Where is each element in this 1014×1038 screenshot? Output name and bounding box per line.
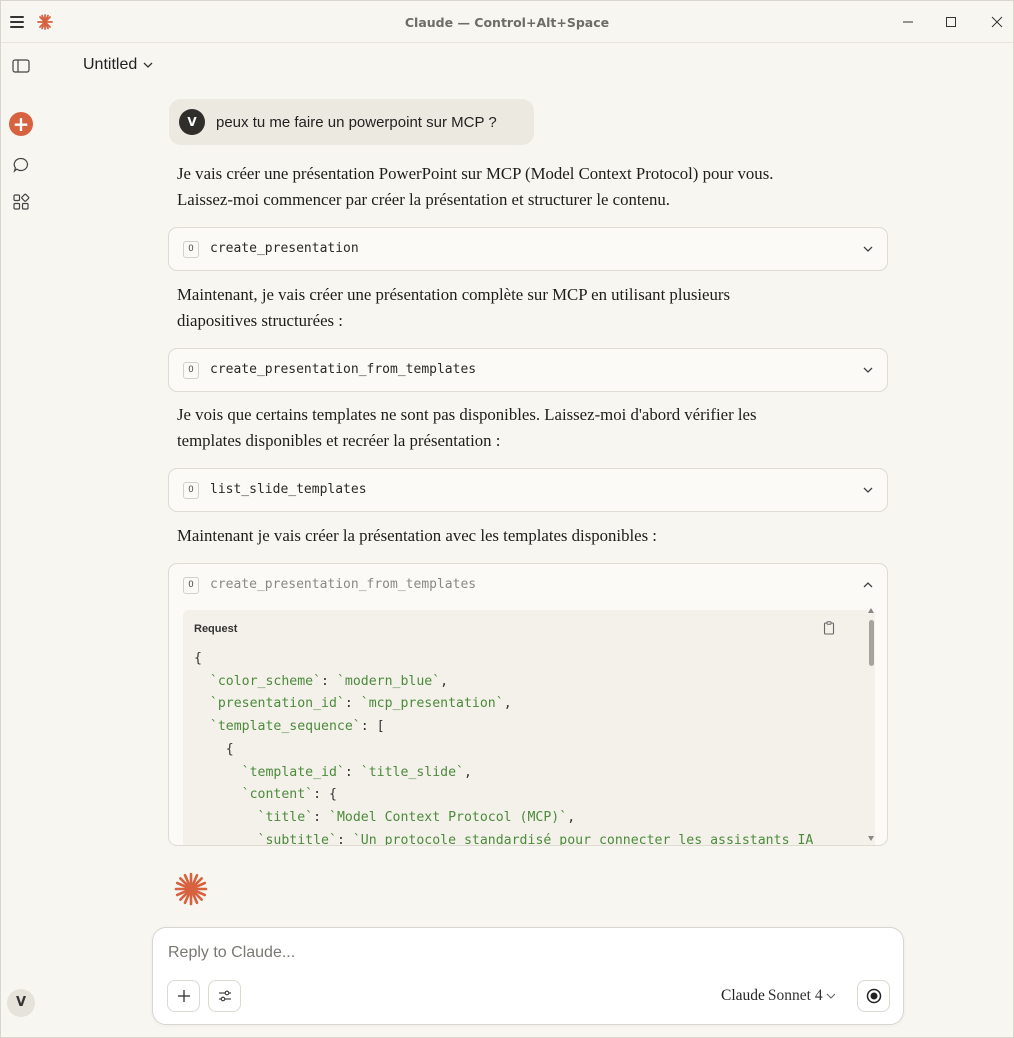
- user-avatar[interactable]: V: [7, 989, 35, 1017]
- user-message: V peux tu me faire un powerpoint sur MCP…: [169, 99, 534, 145]
- code-line: {: [194, 651, 202, 666]
- record-icon: [866, 988, 881, 1004]
- minimize-icon: [903, 21, 913, 23]
- conversation-title: Untitled: [83, 56, 138, 73]
- chevron-down-icon: [863, 367, 873, 373]
- grid-shapes-icon: [13, 193, 30, 210]
- tools-settings-button[interactable]: [208, 980, 241, 1012]
- request-code-panel: Request { `color_scheme`: `modern_blue`,…: [183, 610, 875, 846]
- scrollbar-thumb[interactable]: [869, 620, 874, 666]
- tool-call-create-presentation-from-templates[interactable]: O create_presentation_from_templates: [168, 348, 888, 392]
- paragraph-line: diapositives structurées :: [177, 311, 343, 330]
- sidebar-panel-icon: [12, 59, 30, 73]
- tool-icon: O: [183, 362, 199, 379]
- toggle-sidebar-button[interactable]: [9, 54, 33, 78]
- code-string: `modern_blue`: [336, 673, 441, 689]
- tool-name: create_presentation: [210, 241, 359, 256]
- request-label: Request: [194, 623, 238, 635]
- paragraph-line: Je vois que certains templates ne sont p…: [177, 405, 757, 424]
- tool-icon: O: [183, 241, 199, 258]
- model-version: Sonnet 4: [767, 987, 823, 1004]
- voice-mode-button[interactable]: [857, 980, 890, 1012]
- code-key: `presentation_id`: [209, 696, 345, 712]
- projects-button[interactable]: [9, 190, 33, 214]
- chevron-down-icon: [863, 487, 873, 493]
- code-string: `mcp_presentation`: [360, 696, 504, 712]
- maximize-button[interactable]: [938, 9, 964, 35]
- model-selector[interactable]: Claude Sonnet 4: [721, 987, 836, 1005]
- tool-call-expanded: O create_presentation_from_templates Req…: [168, 563, 888, 846]
- user-message-text: peux tu me faire un powerpoint sur MCP ?: [216, 113, 497, 131]
- maximize-icon: [946, 17, 956, 27]
- reply-input[interactable]: Reply to Claude...: [168, 944, 295, 962]
- sliders-icon: [218, 990, 231, 1002]
- code-line: {: [225, 741, 234, 757]
- title-bar: Claude — Control+Alt+Space: [1, 1, 1013, 43]
- composer: Reply to Claude... Claude Sonnet 4: [152, 927, 904, 1025]
- plus-icon: [177, 990, 190, 1002]
- user-message-avatar: V: [179, 109, 205, 135]
- app-window: Claude — Control+Alt+Space + V Untitled …: [0, 0, 1014, 1038]
- tool-call-create-presentation[interactable]: O create_presentation: [168, 227, 888, 271]
- assistant-paragraph-2: Maintenant, je vais créer une présentati…: [177, 282, 857, 334]
- minimize-button[interactable]: [895, 9, 921, 35]
- chats-button[interactable]: [9, 153, 33, 177]
- code-scrollbar[interactable]: [866, 608, 876, 844]
- model-name: Claude: [721, 987, 765, 1004]
- paragraph-line: templates disponibles et recréer la prés…: [177, 431, 501, 450]
- code-key: `color_scheme`: [209, 673, 322, 689]
- chat-bubble-icon: [13, 157, 29, 173]
- tool-name: create_presentation_from_templates: [210, 362, 477, 377]
- tool-icon: O: [183, 482, 199, 499]
- paragraph-line: Maintenant, je vais créer une présentati…: [177, 285, 731, 304]
- clipboard-icon[interactable]: [821, 620, 837, 636]
- claude-spark-icon: [174, 872, 208, 906]
- code-key: `title`: [257, 809, 314, 825]
- code-key: `template_sequence`: [209, 719, 361, 735]
- window-title: Claude — Control+Alt+Space: [404, 15, 610, 30]
- paragraph-line: Laissez-moi commencer par créer la prése…: [177, 190, 670, 209]
- conversation-title-dropdown[interactable]: Untitled: [83, 56, 153, 74]
- add-attachment-button[interactable]: [167, 980, 200, 1012]
- code-key: `template_id`: [241, 764, 345, 780]
- paragraph-line: Je vais créer une présentation PowerPoin…: [177, 164, 774, 183]
- code-key: `subtitle`: [257, 832, 337, 846]
- code-string: `Un protocole standardisé pour connecter…: [352, 832, 814, 846]
- code-punct: : [: [360, 719, 385, 735]
- assistant-paragraph-4: Maintenant je vais créer la présentation…: [177, 526, 657, 545]
- chevron-up-icon[interactable]: [861, 578, 875, 592]
- chevron-down-icon: [143, 62, 153, 68]
- assistant-paragraph-3: Je vois que certains templates ne sont p…: [177, 402, 857, 454]
- tool-icon: O: [183, 577, 199, 594]
- code-string: `Model Context Protocol (MCP)`: [329, 809, 568, 825]
- close-button[interactable]: [984, 9, 1010, 35]
- tool-call-list-slide-templates[interactable]: O list_slide_templates: [168, 468, 888, 512]
- close-icon: [991, 16, 1003, 28]
- sidebar: + V: [1, 43, 41, 1037]
- code-string: `title_slide`: [360, 764, 464, 780]
- tool-name[interactable]: create_presentation_from_templates: [210, 577, 476, 592]
- code-punct: : {: [313, 787, 337, 803]
- assistant-paragraph-1: Je vais créer une présentation PowerPoin…: [177, 161, 857, 213]
- chevron-down-icon: [863, 246, 873, 252]
- chevron-down-icon: [826, 993, 835, 999]
- new-chat-button[interactable]: +: [9, 112, 33, 136]
- request-code: { `color_scheme`: `modern_blue`, `presen…: [194, 651, 814, 846]
- code-key: `content`: [241, 787, 314, 803]
- tool-name: list_slide_templates: [210, 482, 367, 497]
- scroll-up-arrow-icon[interactable]: [868, 608, 874, 613]
- scroll-down-arrow-icon[interactable]: [868, 836, 874, 841]
